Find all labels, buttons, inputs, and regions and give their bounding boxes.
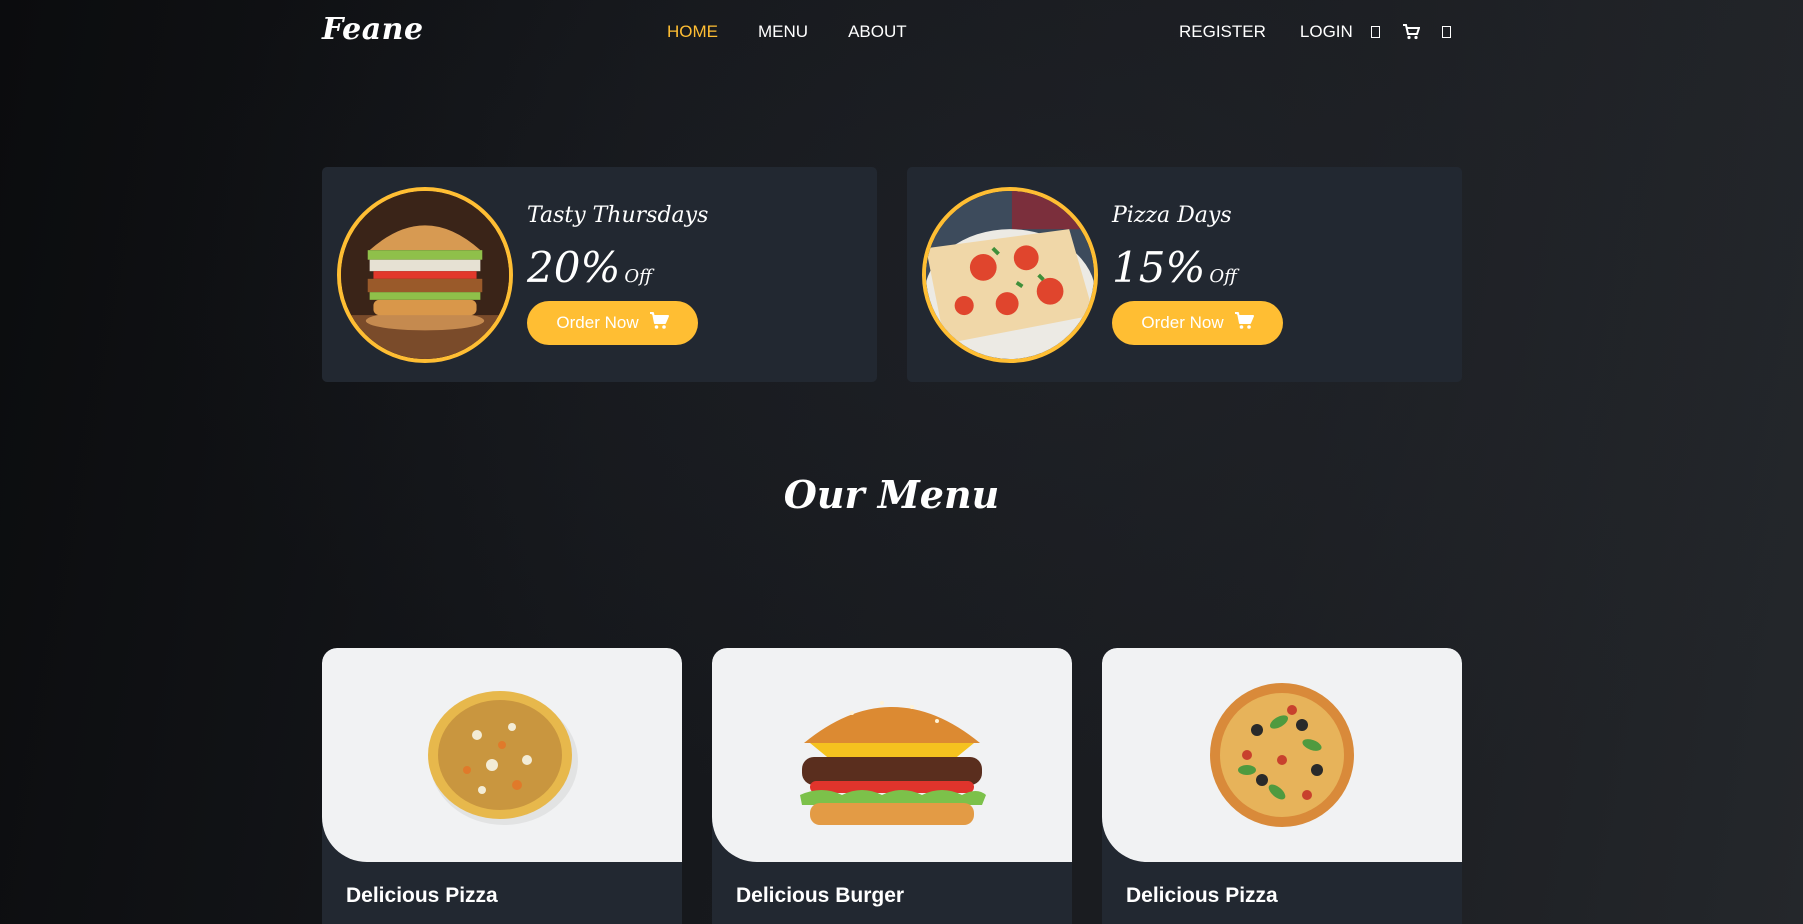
user-icon[interactable] — [1371, 26, 1380, 38]
menu-item-card[interactable]: Delicious Pizza — [1102, 648, 1462, 924]
nav-about[interactable]: ABOUT — [848, 22, 907, 42]
menu-item-image — [712, 648, 1072, 862]
pizza-photo — [922, 187, 1098, 363]
menu-item-image — [1102, 648, 1462, 862]
login-link[interactable]: LOGIN — [1300, 22, 1353, 42]
offer-card-pizza-days: Pizza Days 15% Off Order Now — [907, 167, 1462, 382]
cart-icon[interactable] — [1402, 24, 1420, 40]
offer-title: Tasty Thursdays — [527, 203, 709, 228]
search-icon[interactable] — [1442, 26, 1451, 38]
offer-discount: 20% Off — [527, 243, 652, 292]
menu-item-title: Delicious Pizza — [346, 884, 498, 907]
order-now-label: Order Now — [1141, 313, 1224, 332]
site-header: Feane HOME MENU ABOUT REGISTER LOGIN — [0, 0, 1803, 66]
pizza-image — [1210, 683, 1354, 827]
cart-icon — [649, 311, 669, 335]
offer-off-label: Off — [624, 266, 652, 287]
offer-off-label: Off — [1209, 266, 1237, 287]
user-nav: REGISTER LOGIN — [1179, 22, 1353, 42]
menu-item-card[interactable]: Delicious Burger — [712, 648, 1072, 924]
menu-heading: Our Menu — [783, 472, 1000, 517]
order-now-button[interactable]: Order Now — [1112, 301, 1283, 345]
header-icons — [1371, 24, 1451, 40]
menu-item-title: Delicious Burger — [736, 884, 905, 907]
nav-menu[interactable]: MENU — [758, 22, 808, 42]
burger-photo — [337, 187, 513, 363]
offer-card-tasty-thursdays: Tasty Thursdays 20% Off Order Now — [322, 167, 877, 382]
offer-title: Pizza Days — [1112, 203, 1232, 228]
register-link[interactable]: REGISTER — [1179, 22, 1266, 42]
offer-percent: 15% — [1112, 243, 1206, 292]
pizza-image — [428, 691, 578, 825]
burger-image — [800, 701, 986, 825]
menu-item-card[interactable]: Delicious Pizza — [322, 648, 682, 924]
cart-icon — [1234, 311, 1254, 335]
order-now-label: Order Now — [556, 313, 639, 332]
offer-percent: 20% — [527, 243, 621, 292]
menu-item-image — [322, 648, 682, 862]
menu-item-title: Delicious Pizza — [1126, 884, 1278, 907]
brand-logo[interactable]: Feane — [322, 12, 424, 47]
main-nav: HOME MENU ABOUT — [667, 22, 907, 42]
nav-home[interactable]: HOME — [667, 22, 718, 42]
offer-discount: 15% Off — [1112, 243, 1237, 292]
order-now-button[interactable]: Order Now — [527, 301, 698, 345]
